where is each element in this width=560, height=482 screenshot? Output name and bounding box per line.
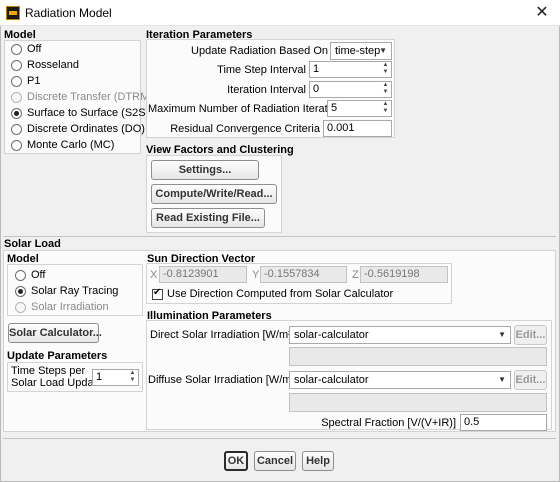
x-label: X <box>150 269 158 281</box>
time-steps-label-line1: Time Steps per <box>11 365 86 377</box>
read-existing-file-button[interactable]: Read Existing File... <box>151 208 265 228</box>
radio-icon[interactable] <box>15 269 26 281</box>
residual-convergence-input[interactable]: 0.001 <box>323 120 392 137</box>
chevron-down-icon: ▼ <box>498 330 506 339</box>
spinner-arrows-icon[interactable]: ▲ ▼ <box>127 370 138 385</box>
radio-icon[interactable] <box>11 123 22 135</box>
model-group: Off Rosseland P1 Discrete Transfer (DTRM… <box>4 40 153 154</box>
chevron-down-icon: ▼ <box>379 46 387 55</box>
radio-icon <box>11 91 22 103</box>
y-label: Y <box>252 269 260 281</box>
sun-x-input: -0.8123901 <box>159 266 247 283</box>
help-button[interactable]: Help <box>302 451 334 471</box>
diffuse-irradiation-dropdown[interactable]: solar-calculator ▼ <box>289 371 511 389</box>
model-option-p1[interactable]: P1 <box>11 73 40 89</box>
radio-icon <box>15 301 26 313</box>
radio-icon[interactable] <box>11 75 22 87</box>
solar-calculator-button[interactable]: Solar Calculator... <box>8 323 102 343</box>
close-icon[interactable]: ✕ <box>528 2 556 24</box>
checkbox-checked-icon[interactable] <box>152 287 163 300</box>
diffuse-irradiation-extra-field <box>289 393 547 412</box>
z-label: Z <box>352 269 359 281</box>
cancel-button[interactable]: Cancel <box>254 451 296 471</box>
radio-checked-icon[interactable] <box>11 107 22 119</box>
update-based-on-dropdown[interactable]: time-step ▼ <box>330 42 392 60</box>
solar-model-group: Off Solar Ray Tracing Solar Irradiation <box>7 264 143 316</box>
spectral-fraction-input[interactable]: 0.5 <box>460 414 547 431</box>
max-radiation-iterations-input[interactable]: 5 ▲ ▼ <box>327 100 392 117</box>
solar-load-title: Solar Load <box>4 238 61 250</box>
sun-y-input: -0.1557834 <box>260 266 347 283</box>
diffuse-irradiation-label: Diffuse Solar Irradiation [W/m²] <box>148 374 299 386</box>
model-option-dtrm: Discrete Transfer (DTRM) <box>11 89 153 105</box>
divider <box>3 236 556 237</box>
spinner-arrows-icon[interactable]: ▲ ▼ <box>380 101 391 116</box>
model-option-s2s[interactable]: Surface to Surface (S2S) <box>11 105 149 121</box>
iteration-interval-input[interactable]: 0 ▲ ▼ <box>309 81 392 98</box>
diffuse-edit-button: Edit... <box>514 370 547 390</box>
time-step-interval-input[interactable]: 1 ▲ ▼ <box>309 61 392 78</box>
sun-z-input: -0.5619198 <box>360 266 448 283</box>
model-option-mc[interactable]: Monte Carlo (MC) <box>11 137 114 153</box>
radio-checked-icon[interactable] <box>15 285 26 297</box>
direct-irradiation-extra-field <box>289 347 547 366</box>
time-steps-label-line2: Solar Load Update <box>11 377 103 389</box>
solar-option-irradiation: Solar Irradiation <box>15 299 109 315</box>
solar-option-off[interactable]: Off <box>15 267 45 283</box>
model-option-off[interactable]: Off <box>11 41 41 57</box>
radio-icon[interactable] <box>11 43 22 55</box>
model-option-do[interactable]: Discrete Ordinates (DO) <box>11 121 145 137</box>
ok-button[interactable]: OK <box>224 451 248 471</box>
time-steps-per-update-input[interactable]: 1 ▲ ▼ <box>92 369 139 386</box>
direct-irradiation-dropdown[interactable]: solar-calculator ▼ <box>289 326 511 344</box>
spinner-arrows-icon[interactable]: ▲ ▼ <box>380 82 391 97</box>
iteration-interval-label: Iteration Interval <box>227 84 306 96</box>
update-parameters-title: Update Parameters <box>7 350 108 362</box>
spinner-arrows-icon[interactable]: ▲ ▼ <box>380 62 391 77</box>
direct-edit-button: Edit... <box>514 325 547 345</box>
max-radiation-iterations-label: Maximum Number of Radiation Iterations <box>148 103 348 115</box>
model-option-rosseland[interactable]: Rosseland <box>11 57 79 73</box>
settings-button[interactable]: Settings... <box>151 160 259 180</box>
update-based-on-label: Update Radiation Based On <box>191 45 328 57</box>
window-title: Radiation Model <box>25 6 112 20</box>
solar-option-ray-tracing[interactable]: Solar Ray Tracing <box>15 283 118 299</box>
direct-irradiation-label: Direct Solar Irradiation [W/m²] <box>150 329 295 341</box>
residual-convergence-label: Residual Convergence Criteria <box>170 123 320 135</box>
spectral-fraction-label: Spectral Fraction [V/(V+IR)] <box>321 417 456 429</box>
radio-icon[interactable] <box>11 59 22 71</box>
time-step-interval-label: Time Step Interval <box>217 64 306 76</box>
chevron-down-icon: ▼ <box>498 375 506 384</box>
divider <box>3 438 556 439</box>
compute-write-read-button[interactable]: Compute/Write/Read... <box>151 184 277 204</box>
radio-icon[interactable] <box>11 139 22 151</box>
use-direction-checkbox[interactable]: Use Direction Computed from Solar Calcul… <box>152 286 393 302</box>
app-icon <box>6 6 20 20</box>
